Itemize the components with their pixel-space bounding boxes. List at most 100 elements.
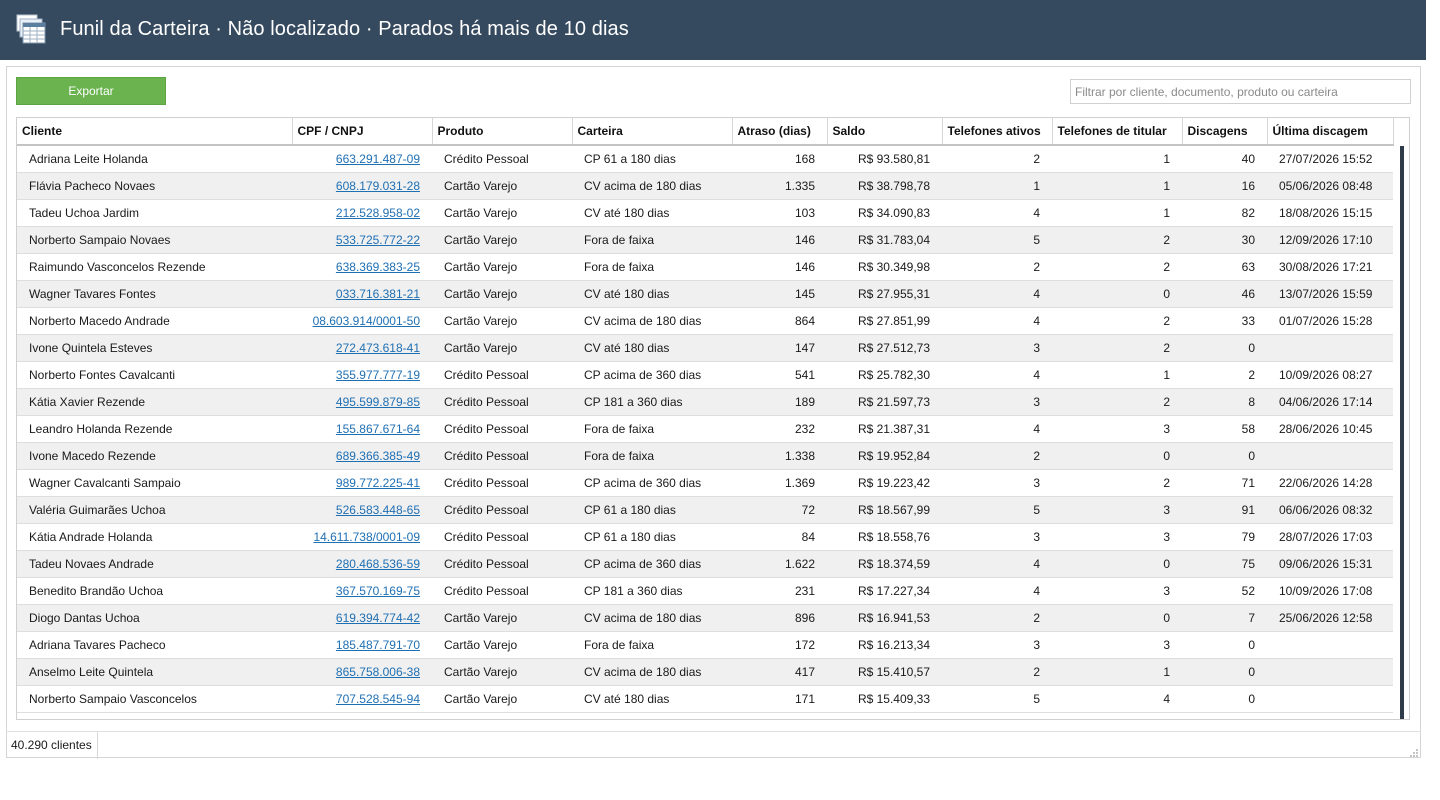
cell-carteira: CV até 180 dias	[572, 199, 732, 227]
cell-saldo: R$ 19.223,42	[827, 469, 942, 497]
cell-cliente: Kátia Xavier Rezende	[17, 388, 292, 416]
cell-carteira: CP acima de 360 dias	[572, 469, 732, 497]
vertical-scrollbar[interactable]	[1400, 146, 1404, 719]
document-link[interactable]: 14.611.738/0001-09	[313, 530, 420, 544]
cell-produto: Crédito Pessoal	[432, 469, 572, 497]
cell-saldo: R$ 27.512,73	[827, 334, 942, 362]
document-link[interactable]: 185.487.791-70	[336, 638, 420, 652]
table-row[interactable]: Ivone Quintela Esteves 272.473.618-41 Cart…	[17, 334, 1393, 362]
cell-documento: 526.583.448-65	[292, 496, 432, 524]
table-row[interactable]: Adriana Tavares Pacheco 185.487.791-70 Car…	[17, 631, 1393, 659]
col-header-ultima-discagem[interactable]: Última discagem	[1267, 118, 1394, 146]
table-row[interactable]: Benedito Brandão Uchoa 367.570.169-75 Créd…	[17, 577, 1393, 605]
document-link[interactable]: 155.867.671-64	[336, 422, 420, 436]
col-header-discagens[interactable]: Discagens	[1182, 118, 1268, 146]
document-link[interactable]: 272.473.618-41	[336, 341, 420, 355]
resize-grip-icon[interactable]	[1409, 748, 1419, 758]
document-link[interactable]: 989.772.225-41	[336, 476, 420, 490]
cell-telefones-titular: 0	[1052, 604, 1182, 632]
cell-telefones-ativos: 4	[942, 415, 1052, 443]
cell-cliente: Anselmo Leite Quintela	[17, 658, 292, 686]
cell-produto: Cartão Varejo	[432, 658, 572, 686]
document-link[interactable]: 280.468.536-59	[336, 557, 420, 571]
document-link[interactable]: 033.716.381-21	[336, 287, 420, 301]
cell-produto: Cartão Varejo	[432, 334, 572, 362]
cell-ultima-discagem	[1267, 658, 1393, 686]
cell-produto: Crédito Pessoal	[432, 442, 572, 470]
table-row[interactable]: Diogo Dantas Uchoa 619.394.774-42 Cartão V…	[17, 604, 1393, 632]
table-header: Cliente CPF / CNPJ Produto Carteira Atraso (…	[17, 118, 1394, 146]
col-header-telefones-ativos[interactable]: Telefones ativos	[942, 118, 1053, 146]
cell-ultima-discagem: 25/06/2026 12:58	[1267, 604, 1393, 632]
document-link[interactable]: 355.977.777-19	[336, 368, 420, 382]
cell-documento: 533.725.772-22	[292, 226, 432, 254]
cell-cliente: Adriana Tavares Pacheco	[17, 631, 292, 659]
document-link[interactable]: 495.599.879-85	[336, 395, 420, 409]
cell-saldo: R$ 18.374,59	[827, 550, 942, 578]
col-header-produto[interactable]: Produto	[432, 118, 573, 146]
cell-telefones-titular: 2	[1052, 334, 1182, 362]
cell-carteira: Fora de faixa	[572, 631, 732, 659]
table-row[interactable]: Valéria Guimarães Uchoa 526.583.448-65 Cré…	[17, 496, 1393, 524]
cell-discagens: 40	[1182, 145, 1267, 173]
table-row[interactable]: Anselmo Leite Quintela 865.758.006-38 Cart…	[17, 658, 1393, 686]
col-header-carteira[interactable]: Carteira	[572, 118, 733, 146]
cell-telefones-ativos: 2	[942, 604, 1052, 632]
col-header-documento[interactable]: CPF / CNPJ	[292, 118, 433, 146]
cell-documento: 495.599.879-85	[292, 388, 432, 416]
cell-carteira: CV acima de 180 dias	[572, 604, 732, 632]
document-link[interactable]: 663.291.487-09	[336, 152, 420, 166]
table-row[interactable]: Tadeu Novaes Andrade 280.468.536-59 Crédit…	[17, 550, 1393, 578]
document-link[interactable]: 608.179.031-28	[336, 179, 420, 193]
cell-produto: Cartão Varejo	[432, 631, 572, 659]
table-row[interactable]: Leandro Holanda Rezende 155.867.671-64 Cré…	[17, 415, 1393, 443]
document-link[interactable]: 689.366.385-49	[336, 449, 420, 463]
cell-telefones-titular: 1	[1052, 199, 1182, 227]
export-button[interactable]: Exportar	[16, 77, 166, 105]
document-link[interactable]: 707.528.545-94	[336, 692, 420, 706]
table-row[interactable]: Adriana Leite Holanda 663.291.487-09 Crédi…	[17, 145, 1393, 173]
cell-discagens: 91	[1182, 496, 1267, 524]
table-row[interactable]: Norberto Macedo Andrade 08.603.914/0001-5…	[17, 307, 1393, 335]
table-row[interactable]: Norberto Sampaio Vasconcelos 707.528.545-…	[17, 685, 1393, 713]
table-row[interactable]: Ivone Macedo Rezende 689.366.385-49 Crédit…	[17, 442, 1393, 470]
cell-discagens: 75	[1182, 550, 1267, 578]
document-link[interactable]: 212.528.958-02	[336, 206, 420, 220]
table-row[interactable]: Raimundo Vasconcelos Rezende 638.369.383-…	[17, 253, 1393, 281]
table-row[interactable]: Kátia Andrade Holanda 14.611.738/0001-09 C…	[17, 523, 1393, 551]
col-header-telefones-titular[interactable]: Telefones de titular	[1052, 118, 1183, 146]
cell-carteira: CP acima de 360 dias	[572, 550, 732, 578]
document-link[interactable]: 367.570.169-75	[336, 584, 420, 598]
document-link[interactable]: 619.394.774-42	[336, 611, 420, 625]
document-link[interactable]: 533.725.772-22	[336, 233, 420, 247]
cell-carteira: CP 61 a 180 dias	[572, 496, 732, 524]
col-header-saldo[interactable]: Saldo	[827, 118, 943, 146]
cell-ultima-discagem: 18/08/2026 15:15	[1267, 199, 1393, 227]
document-link[interactable]: 526.583.448-65	[336, 503, 420, 517]
cell-telefones-titular: 0	[1052, 280, 1182, 308]
cell-telefones-titular: 0	[1052, 442, 1182, 470]
cell-discagens: 0	[1182, 631, 1267, 659]
table-row[interactable]: Kátia Xavier Rezende 495.599.879-85 Crédit…	[17, 388, 1393, 416]
document-link[interactable]: 638.369.383-25	[336, 260, 420, 274]
table-row[interactable]: Wagner Tavares Fontes 033.716.381-21 Cartã…	[17, 280, 1393, 308]
cell-atraso: 189	[732, 388, 827, 416]
cell-telefones-ativos: 4	[942, 550, 1052, 578]
cell-cliente: Valéria Guimarães Uchoa	[17, 496, 292, 524]
table-row[interactable]: Tadeu Uchoa Jardim 212.528.958-02 Cartão V…	[17, 199, 1393, 227]
cell-atraso: 1.335	[732, 172, 827, 200]
table-row[interactable]: Norberto Sampaio Novaes 533.725.772-22 Car…	[17, 226, 1393, 254]
table-row[interactable]: Norberto Fontes Cavalcanti 355.977.777-19…	[17, 361, 1393, 389]
cell-ultima-discagem	[1267, 631, 1393, 659]
col-header-cliente[interactable]: Cliente	[17, 118, 293, 146]
cell-discagens: 2	[1182, 361, 1267, 389]
table-row[interactable]: Flávia Pacheco Novaes 608.179.031-28 Cartã…	[17, 172, 1393, 200]
document-link[interactable]: 08.603.914/0001-50	[313, 314, 420, 328]
table-row[interactable]: Wagner Cavalcanti Sampaio 989.772.225-41 C…	[17, 469, 1393, 497]
col-header-atraso[interactable]: Atraso (dias)	[732, 118, 828, 146]
cell-saldo: R$ 16.213,34	[827, 631, 942, 659]
document-link[interactable]: 865.758.006-38	[336, 665, 420, 679]
filter-input[interactable]	[1070, 79, 1411, 104]
cell-cliente: Norberto Sampaio Vasconcelos	[17, 685, 292, 713]
cell-telefones-ativos: 2	[942, 145, 1052, 173]
